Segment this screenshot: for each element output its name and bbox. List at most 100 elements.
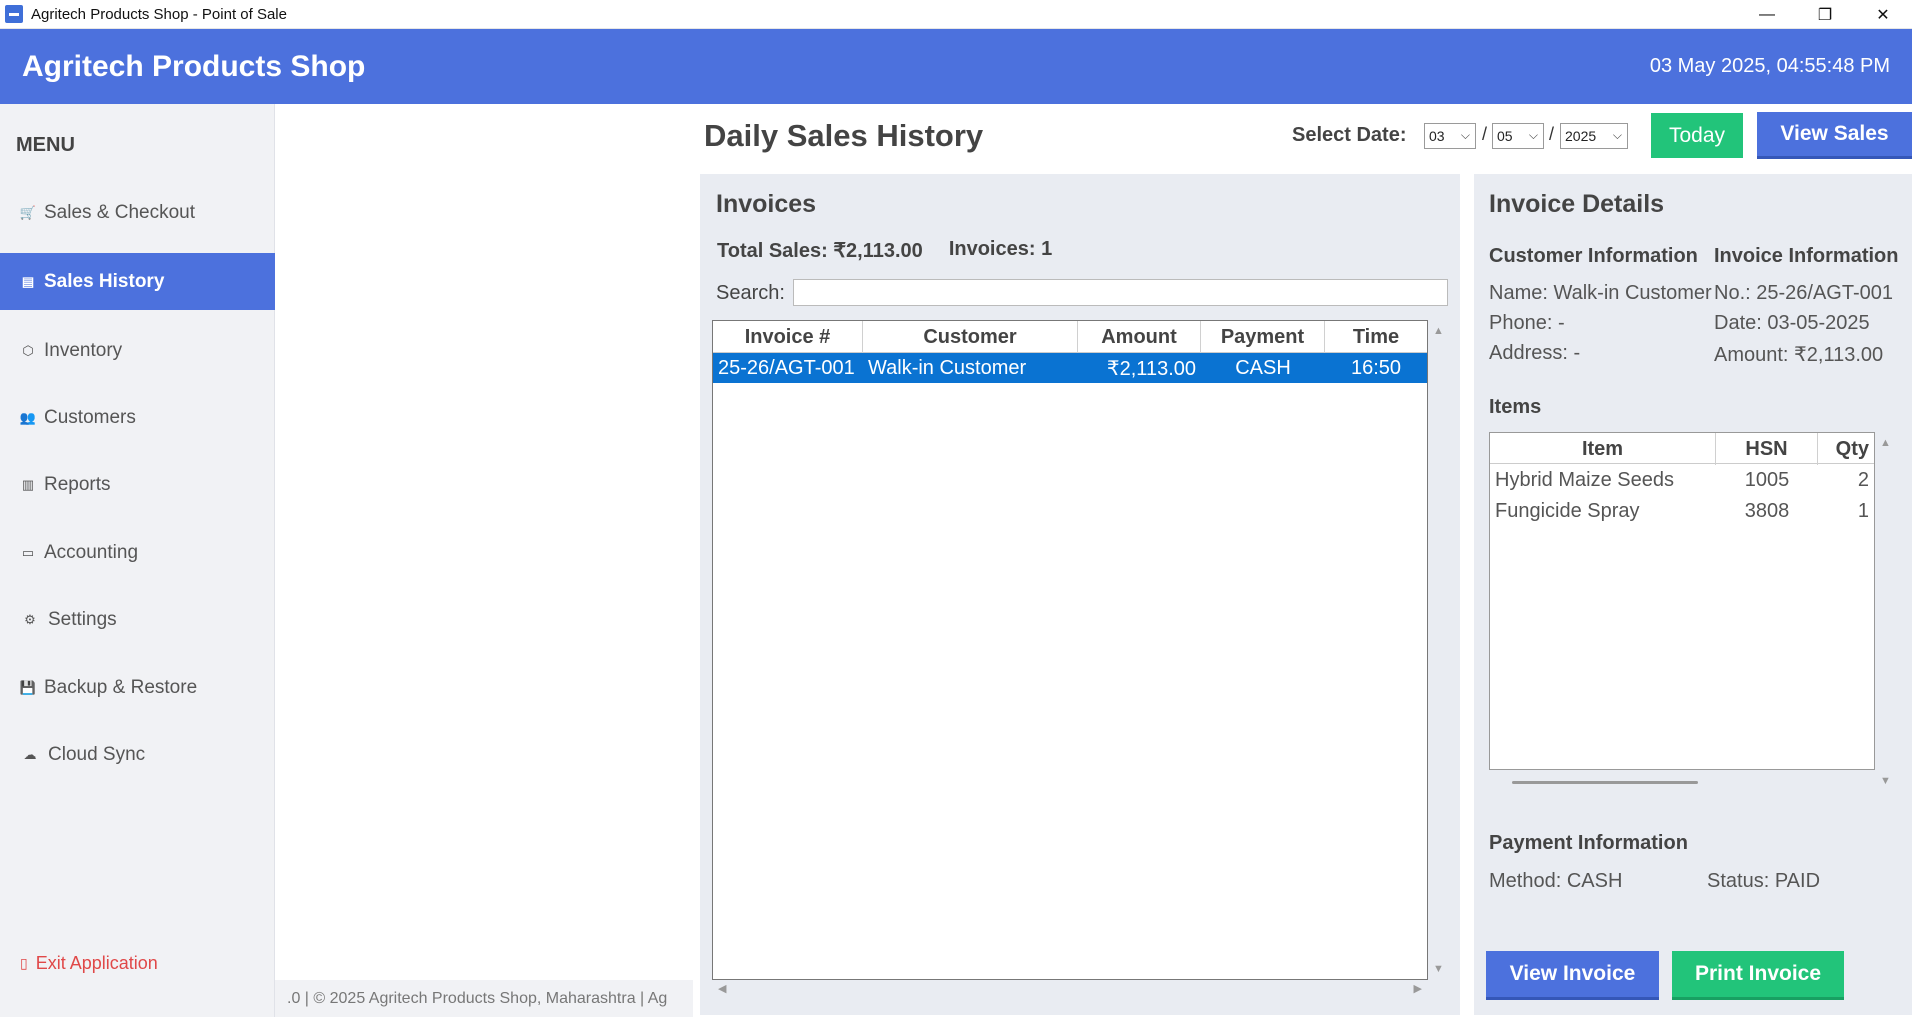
invoices-vertical-scrollbar[interactable]: ▲ ▼	[1430, 320, 1448, 980]
payment-status: Status: PAID	[1707, 870, 1821, 892]
table-row[interactable]: Hybrid Maize Seeds 1005 2	[1490, 465, 1874, 496]
chevron-down-icon: ⌵	[1460, 128, 1470, 142]
app-header: Agritech Products Shop 03 May 2025, 04:5…	[0, 29, 1912, 104]
sidebar-item-settings[interactable]: ⚙ Settings	[0, 591, 275, 648]
payment-method: Method: CASH	[1489, 870, 1623, 892]
scroll-left-arrow-icon[interactable]: ◀	[718, 982, 726, 995]
sidebar-item-sales-history[interactable]: ▤ Sales History	[0, 253, 275, 310]
items-table: Item HSN Qty Hybrid Maize Seeds 1005 2 F…	[1489, 432, 1875, 770]
table-row[interactable]: 25-26/AGT-001 Walk-in Customer ₹2,113.00…	[713, 353, 1427, 383]
column-header-payment[interactable]: Payment	[1201, 321, 1325, 353]
items-vertical-scrollbar[interactable]: ▲ ▼	[1877, 432, 1895, 792]
items-horizontal-scrollbar[interactable]	[1512, 781, 1698, 784]
invoice-date: Date: 03-05-2025	[1714, 312, 1870, 334]
cell-hsn: 3808	[1744, 499, 1790, 522]
column-header-hsn[interactable]: HSN	[1716, 433, 1818, 465]
sidebar-item-reports[interactable]: ▥ Reports	[0, 456, 275, 513]
customer-info-heading: Customer Information	[1489, 245, 1698, 267]
sidebar-item-customers[interactable]: 👥 Customers	[0, 389, 275, 446]
ledger-icon: ▭	[21, 544, 35, 560]
today-button[interactable]: Today	[1651, 113, 1743, 158]
scroll-up-arrow-icon[interactable]: ▲	[1433, 325, 1444, 337]
items-heading: Items	[1489, 396, 1542, 418]
minimize-button[interactable]: —	[1738, 0, 1796, 29]
gear-icon: ⚙	[24, 611, 36, 627]
invoices-horizontal-scrollbar[interactable]: ◀ ▶	[712, 982, 1428, 1000]
brand-title: Agritech Products Shop	[22, 49, 366, 83]
invoice-number: No.: 25-26/AGT-001	[1714, 282, 1893, 304]
exit-icon: ▯	[20, 955, 28, 971]
scroll-up-arrow-icon[interactable]: ▲	[1880, 437, 1891, 449]
view-invoice-button[interactable]: View Invoice	[1486, 951, 1659, 1000]
maximize-button[interactable]: ❐	[1796, 0, 1854, 29]
date-separator: /	[1482, 124, 1488, 144]
footer-status: .0 | © 2025 Agritech Products Shop, Maha…	[275, 980, 693, 1017]
scroll-down-arrow-icon[interactable]: ▼	[1433, 963, 1444, 975]
cell-payment: CASH	[1235, 356, 1291, 379]
year-select[interactable]: 2025 ⌵	[1560, 123, 1628, 149]
column-header-amount[interactable]: Amount	[1078, 321, 1201, 353]
cell-qty: 2	[1857, 468, 1869, 491]
invoices-table: Invoice # Customer Amount Payment Time 2…	[712, 320, 1428, 980]
month-value: 05	[1497, 128, 1513, 144]
year-value: 2025	[1565, 128, 1597, 144]
sidebar-item-label: Sales & Checkout	[44, 201, 196, 223]
sidebar-item-inventory[interactable]: ⬡ Inventory	[0, 322, 275, 379]
cell-item: Hybrid Maize Seeds	[1495, 468, 1674, 491]
page-title: Daily Sales History	[704, 118, 984, 153]
day-select[interactable]: 03 ⌵	[1424, 123, 1476, 149]
sidebar-item-cloud-sync[interactable]: ☁ Cloud Sync	[0, 726, 275, 783]
customer-phone: Phone: -	[1489, 312, 1565, 334]
bar-chart-icon: ▥	[21, 476, 35, 492]
chevron-down-icon: ⌵	[1612, 128, 1622, 142]
column-header-customer[interactable]: Customer	[863, 321, 1078, 353]
cell-hsn: 1005	[1744, 468, 1790, 491]
sidebar-item-label: Cloud Sync	[48, 743, 146, 765]
date-separator: /	[1549, 124, 1555, 144]
scroll-right-arrow-icon[interactable]: ▶	[1414, 982, 1422, 995]
print-invoice-button[interactable]: Print Invoice	[1672, 951, 1844, 1000]
cell-time: 16:50	[1350, 356, 1402, 379]
box-icon: ⬡	[22, 342, 34, 358]
scroll-down-arrow-icon[interactable]: ▼	[1880, 775, 1891, 787]
exit-application-button[interactable]: ▯ Exit Application	[20, 953, 158, 974]
cell-item: Fungicide Spray	[1495, 499, 1640, 522]
sidebar-item-accounting[interactable]: ▭ Accounting	[0, 524, 275, 581]
column-header-item[interactable]: Item	[1490, 433, 1716, 465]
payment-info-heading: Payment Information	[1489, 832, 1688, 854]
close-button[interactable]: ✕	[1854, 0, 1912, 29]
view-sales-button[interactable]: View Sales	[1757, 112, 1912, 159]
invoice-info-heading: Invoice Information	[1714, 245, 1899, 267]
search-input[interactable]	[793, 279, 1448, 306]
exit-label: Exit Application	[35, 953, 158, 973]
month-select[interactable]: 05 ⌵	[1492, 123, 1544, 149]
sidebar: MENU 🛒 Sales & Checkout ▤ Sales History …	[0, 104, 275, 1017]
sidebar-item-label: Settings	[48, 608, 117, 630]
date-label: Select Date:	[1292, 124, 1407, 146]
column-header-qty[interactable]: Qty	[1818, 433, 1874, 465]
cell-qty: 1	[1857, 499, 1869, 522]
invoice-details-title: Invoice Details	[1489, 190, 1665, 218]
sidebar-item-label: Customers	[44, 406, 136, 428]
invoice-stats: Total Sales: ₹2,113.00 Invoices: 1	[717, 238, 1052, 263]
window-titlebar: Agritech Products Shop - Point of Sale —…	[0, 0, 1912, 29]
customer-address: Address: -	[1489, 342, 1581, 364]
sidebar-item-sales-checkout[interactable]: 🛒 Sales & Checkout	[0, 184, 275, 241]
cart-icon: 🛒	[19, 204, 37, 220]
column-header-invoice[interactable]: Invoice #	[713, 321, 863, 353]
header-datetime: 03 May 2025, 04:55:48 PM	[1649, 55, 1890, 77]
customer-name: Name: Walk-in Customer	[1489, 282, 1712, 304]
sidebar-item-label: Backup & Restore	[44, 676, 198, 698]
column-header-time[interactable]: Time	[1325, 321, 1427, 353]
invoices-title: Invoices	[716, 190, 817, 218]
cloud-icon: ☁	[23, 746, 37, 762]
table-row[interactable]: Fungicide Spray 3808 1	[1490, 496, 1874, 527]
sidebar-item-backup-restore[interactable]: 💾 Backup & Restore	[0, 659, 275, 716]
cell-customer: Walk-in Customer	[868, 356, 1027, 379]
cell-amount: ₹2,113.00	[1106, 357, 1196, 380]
invoices-table-header: Invoice # Customer Amount Payment Time	[713, 321, 1427, 353]
cell-invoice: 25-26/AGT-001	[718, 356, 855, 379]
chevron-down-icon: ⌵	[1528, 128, 1538, 142]
menu-title: MENU	[16, 134, 75, 156]
invoice-amount: Amount: ₹2,113.00	[1714, 344, 1884, 366]
